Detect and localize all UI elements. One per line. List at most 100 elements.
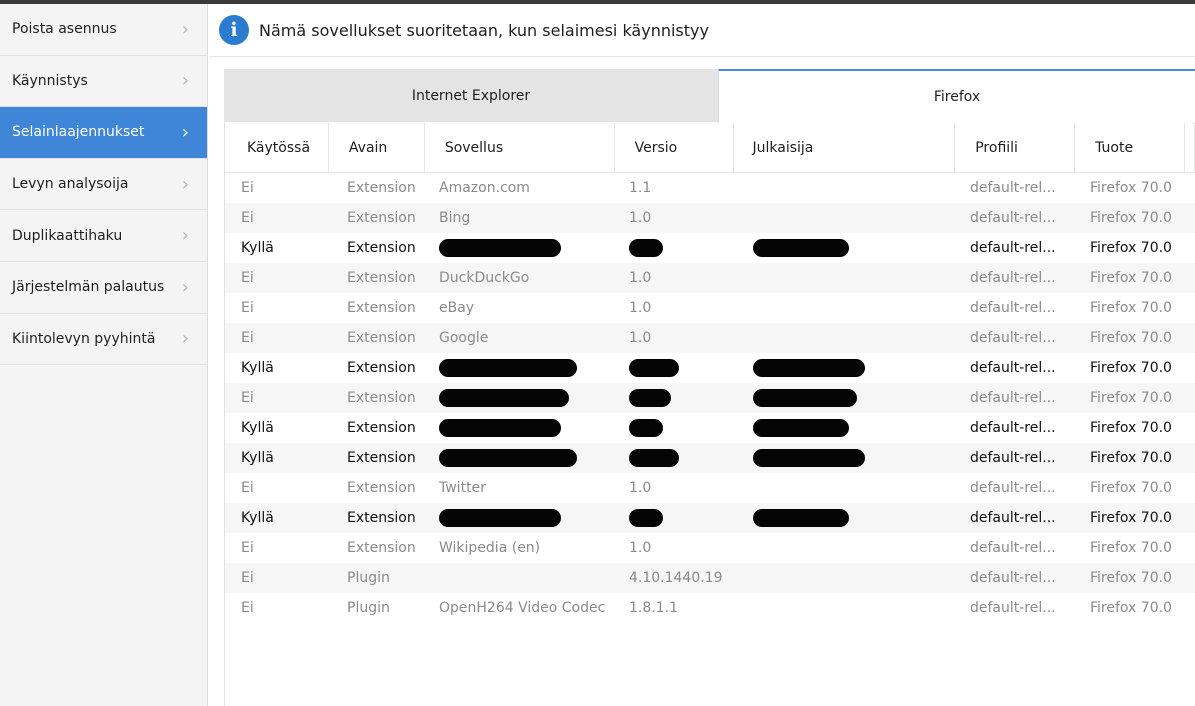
application-cell: eBay bbox=[439, 300, 475, 316]
tab-firefox[interactable]: Firefox bbox=[718, 69, 1195, 122]
column-header-julkaisija[interactable]: Julkaisija bbox=[734, 123, 956, 173]
browser-tabs: Internet Explorer Firefox bbox=[224, 69, 1195, 122]
key-cell: Plugin bbox=[347, 570, 390, 586]
redaction-mark bbox=[439, 419, 561, 437]
enabled-cell: Ei bbox=[241, 600, 254, 616]
sidebar-item-duplikaattihaku[interactable]: Duplikaattihaku › bbox=[0, 210, 207, 262]
chevron-right-icon: › bbox=[181, 225, 189, 247]
column-header-tuote[interactable]: Tuote bbox=[1075, 123, 1185, 173]
version-cell bbox=[615, 233, 735, 263]
enabled-cell: Ei bbox=[241, 540, 254, 556]
redaction-mark bbox=[753, 419, 849, 437]
table-row[interactable]: Kyllä Extension default-rel... Firefox 70.0 bbox=[225, 443, 1195, 473]
sidebar-item-järjestelmän-palautus[interactable]: Järjestelmän palautus › bbox=[0, 262, 207, 314]
sidebar-item-levyn-analysoija[interactable]: Levyn analysoija › bbox=[0, 159, 207, 211]
info-bar: i Nämä sovellukset suoritetaan, kun sela… bbox=[209, 4, 1195, 57]
redaction-mark bbox=[753, 509, 849, 527]
table-row[interactable]: Kyllä Extension default-rel... Firefox 70.0 bbox=[225, 233, 1195, 263]
product-cell: Firefox 70.0 bbox=[1090, 570, 1172, 586]
enabled-cell: Ei bbox=[241, 210, 254, 226]
column-header-versio[interactable]: Versio bbox=[615, 123, 735, 173]
chevron-right-icon: › bbox=[181, 121, 189, 143]
key-cell: Plugin bbox=[347, 600, 390, 616]
redaction-mark bbox=[753, 449, 865, 467]
column-header-käytössä[interactable]: Käytössä bbox=[225, 123, 329, 173]
version-cell: 1.0 bbox=[629, 210, 652, 226]
sidebar-item-label: Selainlaajennukset bbox=[12, 124, 145, 141]
column-header-avain[interactable]: Avain bbox=[329, 123, 425, 173]
product-cell: Firefox 70.0 bbox=[1090, 210, 1172, 226]
redaction-mark bbox=[439, 449, 577, 467]
key-cell: Extension bbox=[347, 240, 416, 256]
redaction-mark bbox=[753, 389, 857, 407]
publisher-cell bbox=[735, 173, 956, 203]
sidebar-item-poista-asennus[interactable]: Poista asennus › bbox=[0, 4, 207, 56]
profile-cell: default-rel... bbox=[970, 270, 1056, 286]
table-body: Ei Extension Amazon.com 1.1 default-rel... Fi… bbox=[225, 173, 1195, 623]
redaction-mark bbox=[629, 449, 679, 467]
enabled-cell: Ei bbox=[241, 270, 254, 286]
redaction-mark bbox=[439, 389, 569, 407]
sidebar-item-selainlaajennukset[interactable]: Selainlaajennukset › bbox=[0, 107, 207, 159]
publisher-cell bbox=[735, 413, 956, 443]
product-cell: Firefox 70.0 bbox=[1090, 420, 1172, 436]
application-cell bbox=[425, 413, 615, 443]
publisher-cell bbox=[735, 353, 956, 383]
profile-cell: default-rel... bbox=[970, 210, 1056, 226]
application-cell: Twitter bbox=[439, 480, 486, 496]
table-row[interactable]: Ei Extension Twitter 1.0 default-rel... Firef… bbox=[225, 473, 1195, 503]
table-row[interactable]: Kyllä Extension default-rel... Firefox 70.0 bbox=[225, 413, 1195, 443]
key-cell: Extension bbox=[347, 510, 416, 526]
publisher-cell bbox=[735, 233, 956, 263]
sidebar-item-label: Levyn analysoija bbox=[12, 176, 129, 193]
version-cell: 1.0 bbox=[629, 330, 652, 346]
table-row[interactable]: Ei Plugin 4.10.1440.19 default-rel... Firefo… bbox=[225, 563, 1195, 593]
application-cell bbox=[425, 443, 615, 473]
table-row[interactable]: Ei Extension default-rel... Firefox 70.0 bbox=[225, 383, 1195, 413]
publisher-cell bbox=[735, 263, 956, 293]
tab-internet-explorer[interactable]: Internet Explorer bbox=[224, 69, 718, 122]
table-row[interactable]: Ei Extension eBay 1.0 default-rel... Firefox … bbox=[225, 293, 1195, 323]
enabled-cell: Ei bbox=[241, 570, 254, 586]
redaction-mark bbox=[753, 359, 865, 377]
version-cell: 1.0 bbox=[629, 270, 652, 286]
table-row[interactable]: Ei Extension Bing 1.0 default-rel... Firefox … bbox=[225, 203, 1195, 233]
column-header-profiili[interactable]: Profiili bbox=[955, 123, 1076, 173]
sidebar-item-label: Kiintolevyn pyyhintä bbox=[12, 330, 156, 347]
table-row[interactable]: Kyllä Extension default-rel... Firefox 70.0 bbox=[225, 503, 1195, 533]
key-cell: Extension bbox=[347, 180, 416, 196]
key-cell: Extension bbox=[347, 210, 416, 226]
profile-cell: default-rel... bbox=[970, 180, 1056, 196]
application-cell bbox=[425, 503, 615, 533]
application-cell bbox=[425, 383, 615, 413]
key-cell: Extension bbox=[347, 540, 416, 556]
table-row[interactable]: Kyllä Extension default-rel... Firefox 70.0 bbox=[225, 353, 1195, 383]
product-cell: Firefox 70.0 bbox=[1090, 390, 1172, 406]
table-row[interactable]: Ei Extension DuckDuckGo 1.0 default-rel... Fi… bbox=[225, 263, 1195, 293]
version-cell bbox=[615, 413, 735, 443]
redaction-mark bbox=[629, 509, 663, 527]
publisher-cell bbox=[735, 203, 956, 233]
publisher-cell bbox=[735, 533, 956, 563]
key-cell: Extension bbox=[347, 390, 416, 406]
profile-cell: default-rel... bbox=[970, 360, 1056, 376]
chevron-right-icon: › bbox=[181, 70, 189, 92]
product-cell: Firefox 70.0 bbox=[1090, 330, 1172, 346]
enabled-cell: Ei bbox=[241, 300, 254, 316]
key-cell: Extension bbox=[347, 300, 416, 316]
sidebar-item-label: Poista asennus bbox=[12, 21, 117, 38]
redaction-mark bbox=[439, 359, 577, 377]
table-row[interactable]: Ei Extension Amazon.com 1.1 default-rel... Fi… bbox=[225, 173, 1195, 203]
table-row[interactable]: Ei Extension Wikipedia (en) 1.0 default-rel.… bbox=[225, 533, 1195, 563]
table-row[interactable]: Ei Extension Google 1.0 default-rel... Firefo… bbox=[225, 323, 1195, 353]
sidebar-item-käynnistys[interactable]: Käynnistys › bbox=[0, 56, 207, 108]
sidebar-item-kiintolevyn-pyyhintä[interactable]: Kiintolevyn pyyhintä › bbox=[0, 314, 207, 366]
column-header-sovellus[interactable]: Sovellus bbox=[425, 123, 615, 173]
table-row[interactable]: Ei Plugin OpenH264 Video Codec 1.8.1.1 defau… bbox=[225, 593, 1195, 623]
sidebar: Poista asennus › Käynnistys › Selainlaajennu… bbox=[0, 4, 208, 706]
version-cell: 1.0 bbox=[629, 300, 652, 316]
publisher-cell bbox=[735, 563, 956, 593]
enabled-cell: Kyllä bbox=[241, 420, 274, 436]
publisher-cell bbox=[735, 473, 956, 503]
enabled-cell: Ei bbox=[241, 330, 254, 346]
